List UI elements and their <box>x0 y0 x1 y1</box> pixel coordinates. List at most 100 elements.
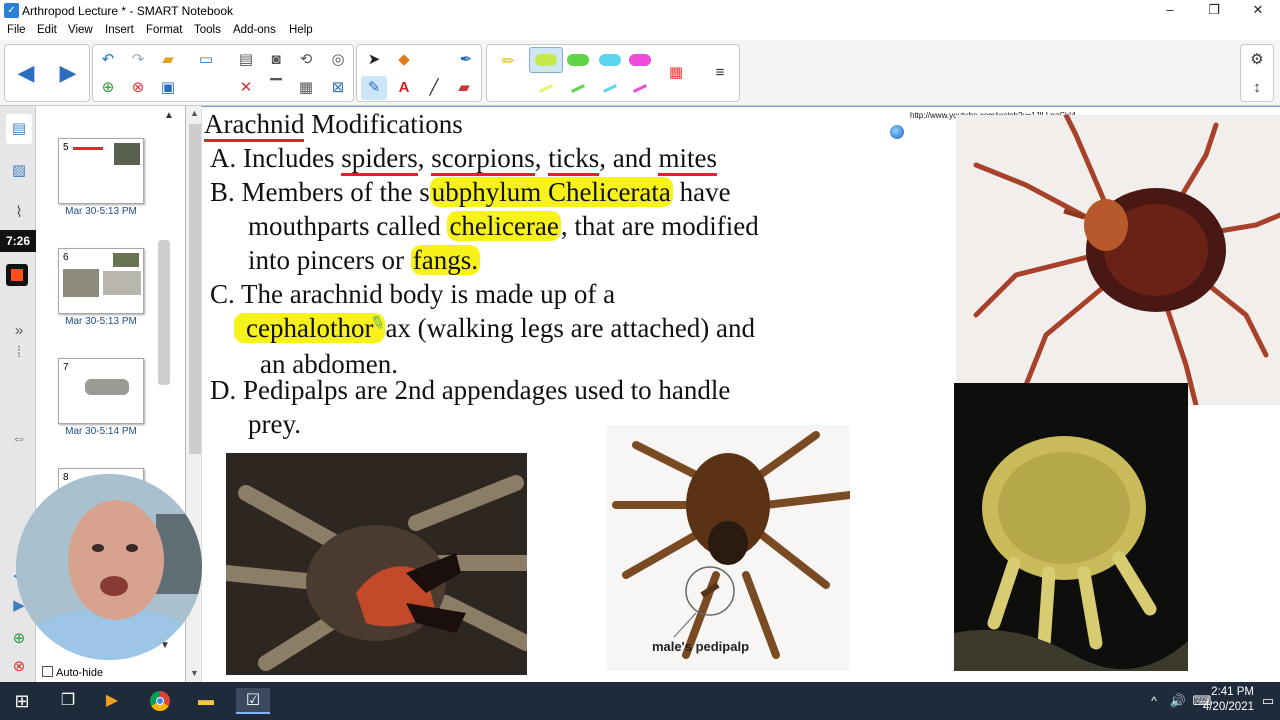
notebook-page[interactable]: Arachnid Modifications A. Includes spide… <box>186 106 1280 682</box>
pen-stroke-icon[interactable] <box>571 84 585 93</box>
add-icon[interactable]: ⊕ <box>6 624 32 654</box>
menu-insert[interactable]: Insert <box>105 24 134 36</box>
page-number: 8 <box>63 472 69 483</box>
scroll-down-arrow-icon[interactable]: ▼ <box>190 668 199 678</box>
previous-page-icon[interactable]: ◀ <box>13 61 39 85</box>
page-sorter-icon[interactable]: ▤ <box>6 114 32 144</box>
menu-tools[interactable]: Tools <box>194 24 221 36</box>
save-icon[interactable]: ▣ <box>155 76 181 100</box>
task-view-icon[interactable]: ❐ <box>54 688 82 714</box>
yellow-green-pen-icon[interactable] <box>535 54 557 66</box>
shapes-icon[interactable]: ◆ <box>391 48 417 72</box>
scroll-up-arrow-icon[interactable]: ▲ <box>190 108 199 118</box>
menu-format[interactable]: Format <box>146 24 182 36</box>
line-style-icon[interactable]: ≡ <box>707 61 733 85</box>
point-d-line1: D. Pedipalps are 2nd appendages used to … <box>210 375 731 405</box>
gallery-icon[interactable]: ▨ <box>6 156 32 186</box>
pen-stroke-icon[interactable] <box>539 84 553 93</box>
word-scorpions: scorpions <box>431 143 535 176</box>
page-number: 7 <box>63 362 69 373</box>
attachments-icon[interactable]: ⌇ <box>6 198 32 228</box>
page-thumbnail-6[interactable]: 6 <box>58 248 144 314</box>
media-app-icon[interactable]: ▶ <box>98 688 126 714</box>
pens-icon[interactable]: ✎ <box>361 76 387 100</box>
text-icon[interactable]: A <box>391 76 417 100</box>
tarantula-illustration <box>226 475 527 671</box>
undo-icon[interactable]: ↶ <box>95 48 121 72</box>
page-scroll-thumb[interactable] <box>189 124 201 454</box>
next-page-icon[interactable]: ▶ <box>55 61 81 85</box>
timer-display: 7:26 <box>0 230 36 252</box>
magic-pen-icon[interactable]: ✒ <box>453 48 479 72</box>
point-c-text: ax (walking legs are attached) and <box>385 313 756 343</box>
open-folder-icon[interactable]: ▰ <box>155 48 181 72</box>
edit-group: ↶ ↷ ▰ ▭ ▤ ◙ ⟲ ◎ ⊕ ⊗ ▣ ✕ ▔ ▦ ⊠ <box>92 44 354 102</box>
add-page-icon[interactable]: ⊕ <box>95 76 121 100</box>
clock-date[interactable]: 4/20/2021 <box>1174 701 1254 713</box>
point-b-text: into pincers or <box>248 245 411 275</box>
eraser-icon[interactable]: ▰ <box>451 76 477 100</box>
pen-stroke-icon[interactable] <box>603 84 617 93</box>
menu-view[interactable]: View <box>68 24 93 36</box>
magenta-pen-icon[interactable] <box>629 54 651 66</box>
gear-icon[interactable]: ⚙ <box>1244 48 1270 72</box>
windows-start-icon[interactable]: ⊞ <box>8 688 36 714</box>
grip-icon[interactable]: ⁞ <box>6 338 32 368</box>
globe-link-icon[interactable] <box>890 125 904 139</box>
menu-file[interactable]: File <box>7 24 26 36</box>
spider-pedipalp-image[interactable]: male's pedipalp <box>606 425 850 671</box>
resize-icon[interactable]: ⇔ <box>6 424 32 454</box>
point-b-text: have <box>672 177 731 207</box>
close-button[interactable]: ✕ <box>1236 0 1280 22</box>
tarantula-image[interactable] <box>226 453 527 675</box>
point-a-text: A. Includes <box>210 143 335 173</box>
redo-icon[interactable]: ↷ <box>125 48 151 72</box>
table-icon[interactable]: ▦ <box>293 76 319 100</box>
restore-button[interactable]: ❐ <box>1192 0 1236 22</box>
record-button[interactable] <box>6 264 28 286</box>
menu-edit[interactable]: Edit <box>37 24 57 36</box>
cyan-pen-icon[interactable] <box>599 54 621 66</box>
page-date: Mar 30-5:13 PM <box>65 316 137 327</box>
highlight-chelicerae: chelicerae <box>447 211 561 241</box>
scroll-up-icon[interactable]: ▲ <box>164 110 174 121</box>
pen-stroke-icon[interactable] <box>633 84 647 93</box>
screen-display-icon[interactable]: ▭ <box>193 48 219 72</box>
notifications-icon[interactable]: ▭ <box>1254 688 1280 714</box>
punct: , <box>417 143 425 173</box>
fullscreen-icon[interactable]: ⊠ <box>325 76 351 100</box>
stop-icon <box>11 269 23 281</box>
menu-help[interactable]: Help <box>289 24 313 36</box>
move-toolbar-icon[interactable]: ↕ <box>1244 76 1270 100</box>
delete-icon[interactable]: ✕ <box>233 76 259 100</box>
settings-group: ⚙ ↕ <box>1240 44 1274 102</box>
line-icon[interactable]: ╱ <box>421 76 447 100</box>
point-b-text: , that are modified <box>560 211 759 241</box>
rotate-icon[interactable]: ⟲ <box>293 48 319 72</box>
delete-page-icon[interactable]: ⊗ <box>125 76 151 100</box>
chrome-icon[interactable] <box>146 688 174 714</box>
document-camera-icon[interactable]: ◎ <box>325 48 351 72</box>
screen-capture-icon[interactable]: ◙ <box>263 48 289 72</box>
mite-image[interactable] <box>954 383 1188 671</box>
screen-shade-icon[interactable]: ▔ <box>263 76 289 100</box>
file-explorer-icon[interactable]: ▬ <box>192 688 220 714</box>
paste-icon[interactable]: ▤ <box>233 48 259 72</box>
remove-icon[interactable]: ⊗ <box>6 652 32 682</box>
clock-time[interactable]: 2:41 PM <box>1174 686 1254 698</box>
minimize-button[interactable]: – <box>1148 0 1192 22</box>
green-pen-icon[interactable] <box>567 54 589 66</box>
title-rest: Modifications <box>311 109 463 139</box>
tick-illustration <box>973 115 1280 405</box>
select-arrow-icon[interactable]: ➤ <box>361 48 387 72</box>
page-date: Mar 30-5:13 PM <box>65 206 137 217</box>
auto-hide-checkbox[interactable]: Auto-hide <box>42 666 103 679</box>
color-palette-icon[interactable]: ▦ <box>663 61 689 85</box>
page-thumbnail-7[interactable]: 7 <box>58 358 144 424</box>
sorter-scrollbar[interactable] <box>158 240 170 385</box>
tick-image[interactable] <box>956 115 1280 405</box>
smart-notebook-taskbar-icon[interactable]: ☑ <box>236 688 270 714</box>
highlighter-icon[interactable]: ✏ <box>495 50 521 74</box>
page-thumbnail-5[interactable]: 5 <box>58 138 144 204</box>
menu-addons[interactable]: Add-ons <box>233 24 276 36</box>
